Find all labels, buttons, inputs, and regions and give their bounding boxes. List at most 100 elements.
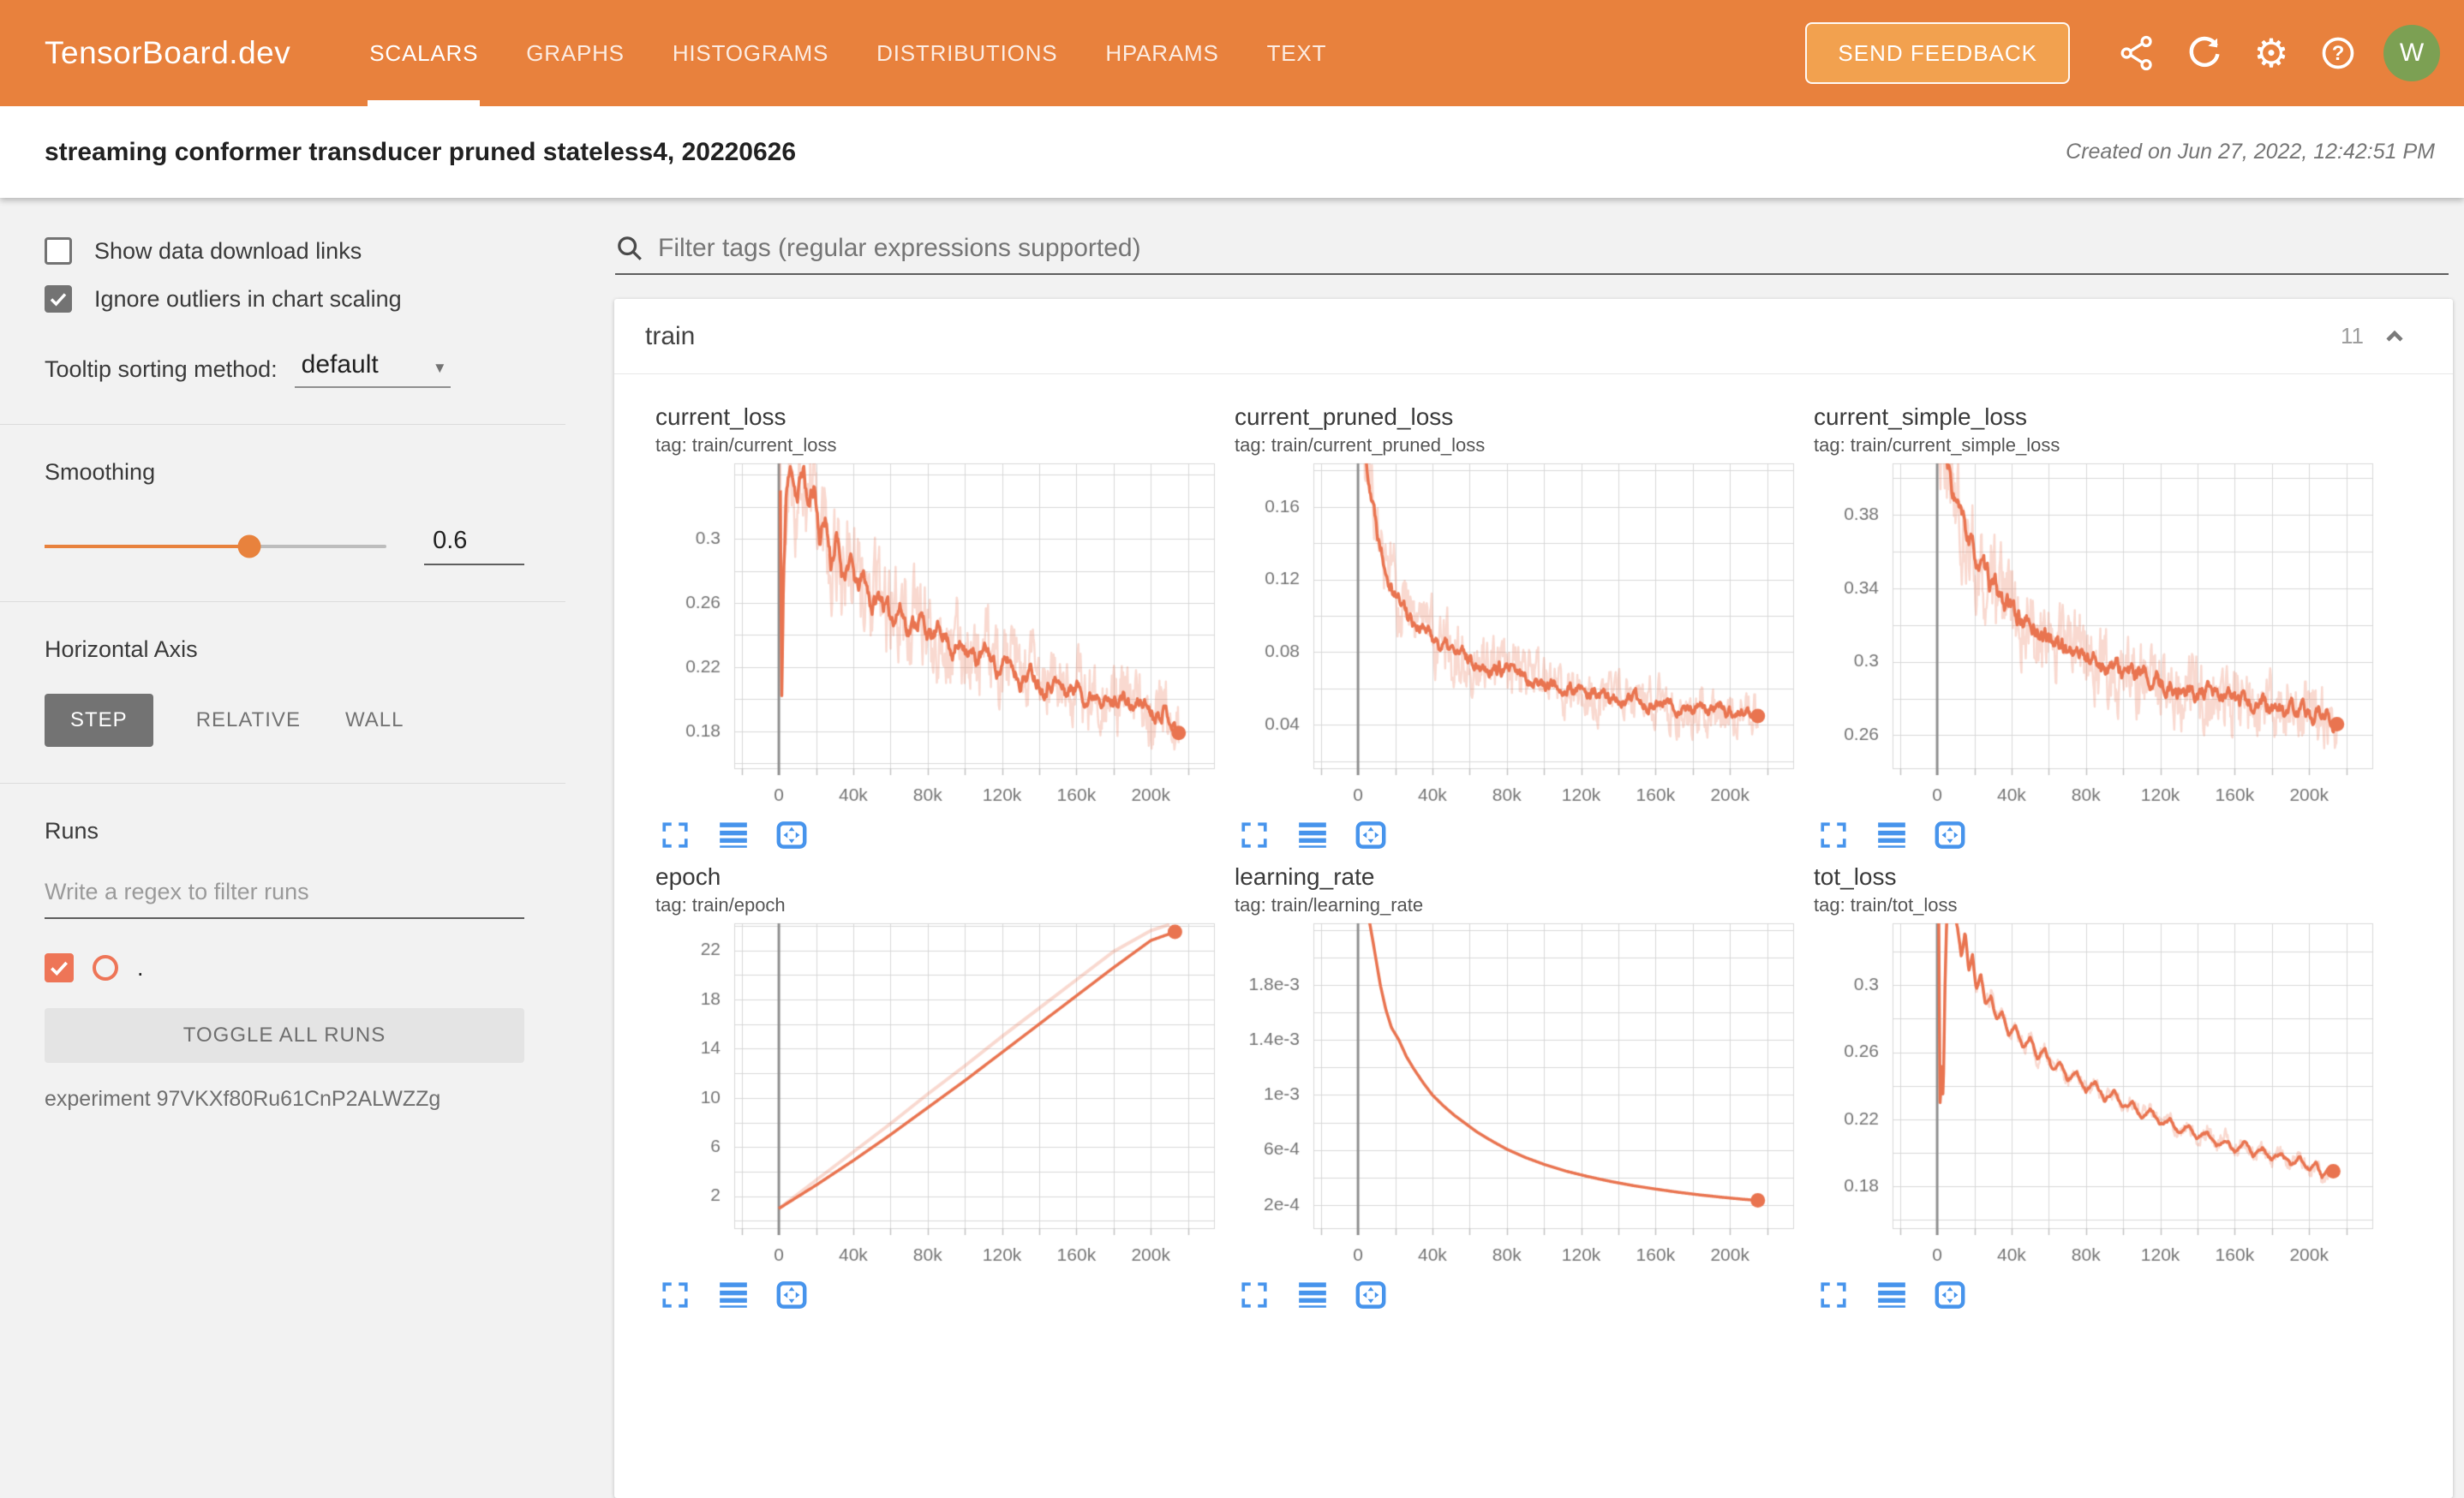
chart-tag: tag: train/current_simple_loss <box>1814 434 2393 457</box>
axis-relative-button[interactable]: RELATIVE <box>174 694 323 747</box>
chart-toolbar <box>655 1275 1235 1315</box>
slider-fill <box>45 545 249 548</box>
general-settings-section: Show data download links Ignore outliers… <box>0 237 565 425</box>
smoothing-value-input[interactable]: 0.6 <box>424 527 524 565</box>
horizontal-axis-label: Horizontal Axis <box>45 636 524 663</box>
ignore-outliers-checkbox[interactable] <box>45 285 72 313</box>
train-section-card: train 11 current_loss tag: train/current… <box>614 299 2453 1498</box>
chart-toolbar <box>1235 815 1814 855</box>
experiment-id: experiment 97VKXf80Ru61CnP2ALWZZg <box>45 1087 524 1112</box>
fit-domain-icon[interactable] <box>1930 815 1970 855</box>
chart-toolbar <box>1814 1275 2393 1315</box>
chart-toolbar <box>1235 1275 1814 1315</box>
run-row: . <box>45 953 524 982</box>
settings-icon[interactable]: ⚙ <box>2238 20 2305 87</box>
section-name: train <box>645 322 695 351</box>
expand-chart-icon[interactable] <box>1235 1275 1274 1315</box>
log-scale-icon[interactable] <box>714 1275 753 1315</box>
axis-step-button[interactable]: STEP <box>45 694 153 747</box>
tooltip-sorting-row: Tooltip sorting method: default ▼ <box>45 350 524 388</box>
search-icon <box>615 234 644 263</box>
send-feedback-button[interactable]: SEND FEEDBACK <box>1805 22 2070 84</box>
app-header: TensorBoard.dev SCALARS GRAPHS HISTOGRAMS D… <box>0 0 2464 106</box>
chart-title: current_loss <box>655 403 1235 431</box>
fit-domain-icon[interactable] <box>1351 1275 1390 1315</box>
runs-regex-input[interactable]: Write a regex to filter runs <box>45 879 524 919</box>
expand-chart-icon[interactable] <box>655 815 695 855</box>
smoothing-label: Smoothing <box>45 459 524 486</box>
chart-title: epoch <box>655 863 1235 891</box>
chart-card-learning_rate: learning_rate tag: train/learning_rate <box>1235 863 1814 1315</box>
charts-grid: current_loss tag: train/current_loss <box>614 374 2453 1323</box>
tab-text[interactable]: TEXT <box>1265 0 1329 106</box>
chart-tag: tag: train/current_loss <box>655 434 1235 457</box>
app-logo[interactable]: TensorBoard.dev <box>45 35 290 71</box>
log-scale-icon[interactable] <box>1293 815 1332 855</box>
runs-label: Runs <box>45 818 524 844</box>
user-avatar[interactable]: W <box>2383 25 2440 81</box>
fit-domain-icon[interactable] <box>772 1275 811 1315</box>
chart-plot[interactable] <box>1235 918 1800 1271</box>
chevron-up-icon[interactable] <box>2381 323 2408 350</box>
tab-hparams[interactable]: HPARAMS <box>1103 0 1220 106</box>
svg-text:?: ? <box>2332 42 2345 65</box>
expand-chart-icon[interactable] <box>1235 815 1274 855</box>
settings-sidebar: Show data download links Ignore outliers… <box>0 198 565 1348</box>
run-color-swatch <box>93 955 118 981</box>
experiment-titlebar: streaming conformer transducer pruned st… <box>0 106 2464 198</box>
tooltip-sorting-select[interactable]: default ▼ <box>295 350 451 388</box>
fit-domain-icon[interactable] <box>772 815 811 855</box>
log-scale-icon[interactable] <box>1872 1275 1911 1315</box>
axis-toggle-group: STEP RELATIVE WALL <box>45 694 524 747</box>
created-timestamp: Created on Jun 27, 2022, 12:42:51 PM <box>2066 140 2435 164</box>
chart-title: tot_loss <box>1814 863 2393 891</box>
header-actions: SEND FEEDBACK ⚙ ? W <box>1805 20 2464 87</box>
ignore-outliers-row: Ignore outliers in chart scaling <box>45 285 524 313</box>
experiment-title: streaming conformer transducer pruned st… <box>45 138 796 167</box>
expand-chart-icon[interactable] <box>1814 815 1853 855</box>
tooltip-sorting-label: Tooltip sorting method: <box>45 356 278 388</box>
log-scale-icon[interactable] <box>1293 1275 1332 1315</box>
chart-plot[interactable] <box>655 458 1221 811</box>
expand-chart-icon[interactable] <box>1814 1275 1853 1315</box>
slider-thumb[interactable] <box>238 534 261 558</box>
chart-card-current_pruned_loss: current_pruned_loss tag: train/current_p… <box>1235 403 1814 855</box>
fit-domain-icon[interactable] <box>1930 1275 1970 1315</box>
show-download-checkbox[interactable] <box>45 237 72 265</box>
chart-tag: tag: train/learning_rate <box>1235 894 1814 916</box>
runs-section: Runs Write a regex to filter runs . TOGG… <box>0 784 565 1148</box>
chart-card-tot_loss: tot_loss tag: train/tot_loss <box>1814 863 2393 1315</box>
tab-graphs[interactable]: GRAPHS <box>524 0 626 106</box>
smoothing-slider[interactable] <box>45 545 386 548</box>
train-section-header[interactable]: train 11 <box>614 299 2453 374</box>
nav-tabs: SCALARS GRAPHS HISTOGRAMS DISTRIBUTIONS HPAR… <box>368 0 1373 106</box>
chart-title: current_pruned_loss <box>1235 403 1814 431</box>
tab-histograms[interactable]: HISTOGRAMS <box>671 0 830 106</box>
horizontal-axis-section: Horizontal Axis STEP RELATIVE WALL <box>0 602 565 784</box>
axis-wall-button[interactable]: WALL <box>323 694 426 747</box>
filter-tags-placeholder: Filter tags (regular expressions support… <box>658 234 1141 263</box>
help-icon[interactable]: ? <box>2305 20 2371 87</box>
tab-distributions[interactable]: DISTRIBUTIONS <box>875 0 1059 106</box>
run-checkbox[interactable] <box>45 953 74 982</box>
chart-plot[interactable] <box>655 918 1221 1271</box>
show-download-row: Show data download links <box>45 237 524 265</box>
chart-plot[interactable] <box>1235 458 1800 811</box>
expand-chart-icon[interactable] <box>655 1275 695 1315</box>
check-icon <box>48 289 69 309</box>
chart-tag: tag: train/epoch <box>655 894 1235 916</box>
log-scale-icon[interactable] <box>714 815 753 855</box>
toggle-all-runs-button[interactable]: TOGGLE ALL RUNS <box>45 1008 524 1063</box>
check-icon <box>48 957 70 979</box>
filter-tags-field[interactable]: Filter tags (regular expressions support… <box>615 234 2449 275</box>
tab-scalars[interactable]: SCALARS <box>368 0 480 106</box>
fit-domain-icon[interactable] <box>1351 815 1390 855</box>
chart-plot[interactable] <box>1814 458 2379 811</box>
refresh-icon[interactable] <box>2171 20 2238 87</box>
ignore-outliers-label: Ignore outliers in chart scaling <box>94 286 402 313</box>
chart-plot[interactable] <box>1814 918 2379 1271</box>
chart-toolbar <box>655 815 1235 855</box>
show-download-label: Show data download links <box>94 238 362 265</box>
log-scale-icon[interactable] <box>1872 815 1911 855</box>
share-icon[interactable] <box>2104 20 2171 87</box>
